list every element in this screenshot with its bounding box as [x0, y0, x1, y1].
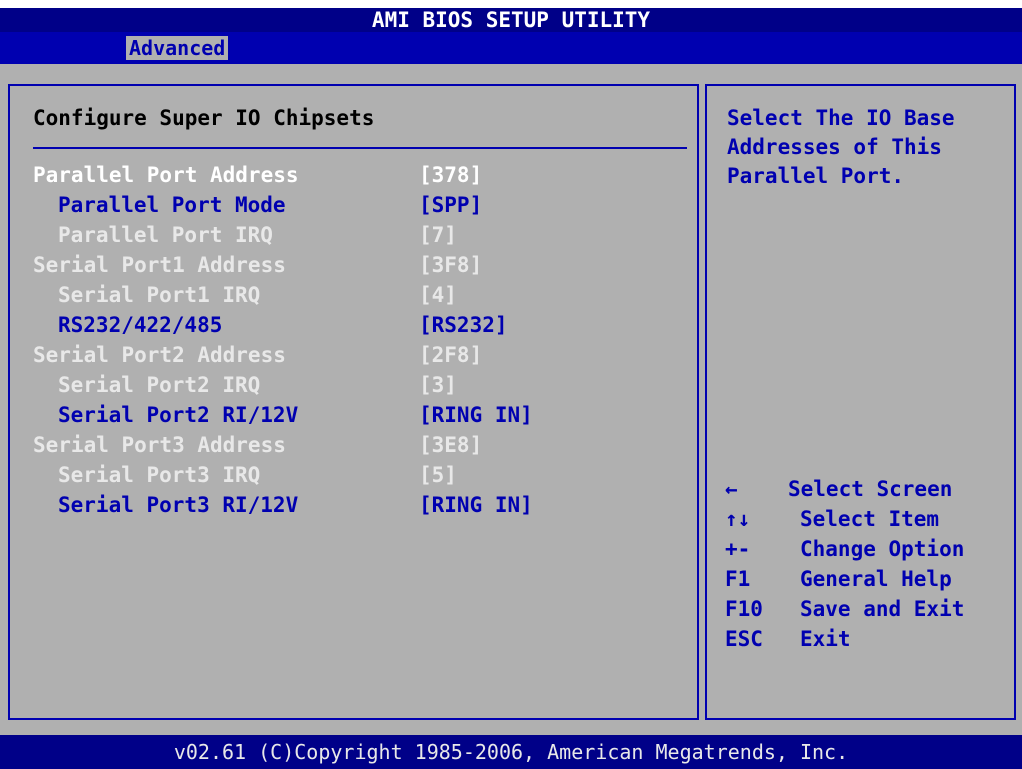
esc-key: ESC — [725, 627, 763, 651]
f10-key: F10 — [725, 597, 763, 621]
setting-label: Parallel Port Address — [33, 163, 299, 187]
setting-value: [SPP] — [419, 193, 483, 217]
left-arrow-icon: ← — [725, 477, 738, 501]
setting-label: RS232/422/485 — [58, 313, 223, 337]
setting-value: [5] — [419, 463, 457, 487]
f1-key: F1 — [725, 567, 751, 591]
setting-value: [3E8] — [419, 433, 483, 457]
setting-label: Serial Port3 RI/12V — [58, 493, 299, 517]
key-description: Exit — [800, 627, 851, 651]
setting-label: Serial Port1 Address — [33, 253, 286, 277]
bios-screen: AMI BIOS SETUP UTILITY Advanced Configur… — [0, 8, 1022, 769]
tab-advanced[interactable]: Advanced — [126, 36, 229, 60]
up-down-arrow-icon: ↑↓ — [725, 507, 751, 531]
setting-label: Serial Port1 IRQ — [58, 283, 261, 307]
setting-label: Parallel Port IRQ — [58, 223, 273, 247]
setting-value: [378] — [419, 163, 483, 187]
setting-label: Serial Port2 Address — [33, 343, 286, 367]
setting-label: Serial Port3 Address — [33, 433, 286, 457]
setting-label: Serial Port2 RI/12V — [58, 403, 299, 427]
setting-value: [4] — [419, 283, 457, 307]
key-description: Select Screen — [788, 477, 953, 501]
window-title: AMI BIOS SETUP UTILITY — [0, 8, 1022, 32]
tab-bar: Advanced — [0, 32, 1022, 64]
help-description: Select The IO Base Addresses of This Par… — [727, 106, 955, 188]
section-divider — [33, 147, 687, 149]
key-description: General Help — [800, 567, 952, 591]
setting-label: Parallel Port Mode — [58, 193, 286, 217]
setting-value: [RING IN] — [419, 403, 533, 427]
key-description: Change Option — [800, 537, 965, 561]
setting-label: Serial Port2 IRQ — [58, 373, 261, 397]
setting-value: [RING IN] — [419, 493, 533, 517]
key-description: Save and Exit — [800, 597, 965, 621]
setting-value: [2F8] — [419, 343, 483, 367]
setting-value: [3F8] — [419, 253, 483, 277]
setting-value: [RS232] — [419, 313, 508, 337]
setting-value: [3] — [419, 373, 457, 397]
key-description: Select Item — [800, 507, 940, 531]
setting-label: Serial Port3 IRQ — [58, 463, 261, 487]
top-caption-strip — [0, 0, 1022, 8]
setting-value: [7] — [419, 223, 457, 247]
copyright-footer: v02.61 (C)Copyright 1985-2006, American … — [0, 735, 1022, 769]
plus-minus-key: +- — [725, 537, 751, 561]
section-title: Configure Super IO Chipsets — [33, 106, 375, 130]
